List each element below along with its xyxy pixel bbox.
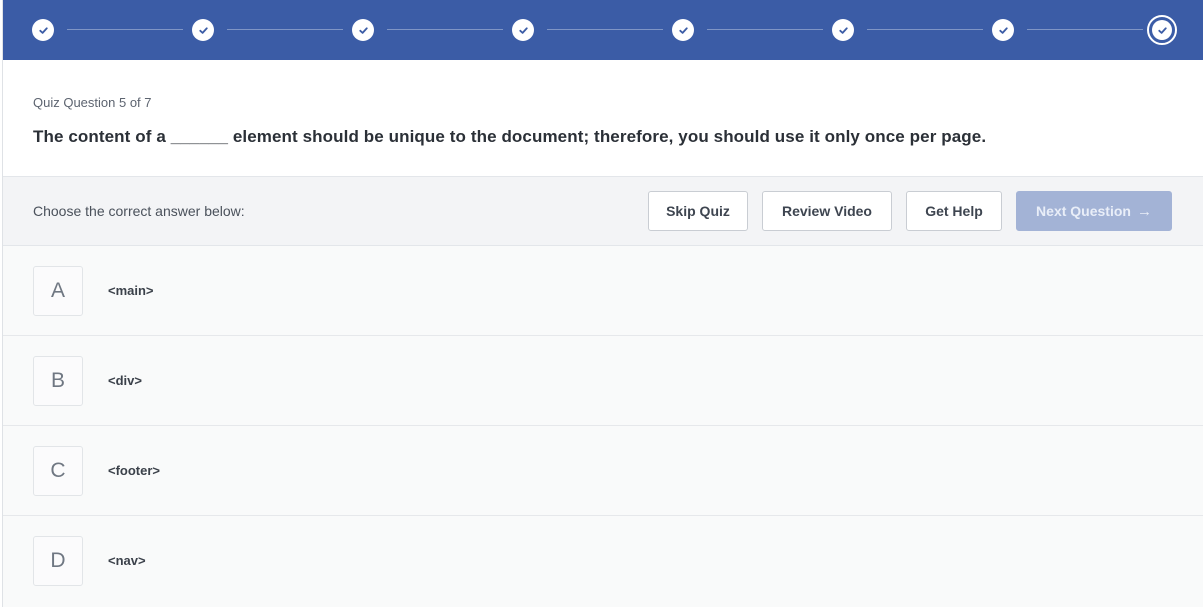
progress-step-7[interactable] [992, 19, 1014, 41]
answer-text: <div> [108, 373, 142, 388]
answer-option-a[interactable]: A <main> [3, 246, 1203, 336]
review-video-button[interactable]: Review Video [762, 191, 892, 231]
question-text: The content of a ______ element should b… [33, 127, 987, 146]
question-header: Quiz Question 5 of 7 The content of a __… [3, 60, 1203, 177]
progress-connector [707, 29, 823, 30]
progress-connector [67, 29, 183, 30]
check-icon [518, 26, 528, 34]
check-icon [358, 26, 368, 34]
quiz-container: Quiz Question 5 of 7 The content of a __… [2, 0, 1203, 607]
check-icon [678, 26, 688, 34]
check-icon [838, 26, 848, 34]
progress-step-1[interactable] [32, 19, 54, 41]
next-question-button[interactable]: Next Question → [1016, 191, 1172, 231]
arrow-right-icon: → [1136, 202, 1152, 220]
answer-letter: C [33, 446, 83, 496]
progress-connector [867, 29, 983, 30]
progress-step-5[interactable] [672, 19, 694, 41]
check-icon [38, 26, 48, 34]
progress-step-8-current[interactable] [1147, 15, 1177, 45]
answer-letter: B [33, 356, 83, 406]
progress-step-4[interactable] [512, 19, 534, 41]
answer-toolbar: Choose the correct answer below: Skip Qu… [3, 177, 1203, 246]
progress-bar [3, 0, 1203, 60]
progress-step-6[interactable] [832, 19, 854, 41]
progress-connector [1027, 29, 1143, 30]
answer-option-d[interactable]: D <nav> [3, 516, 1203, 607]
next-question-label: Next Question [1036, 203, 1131, 219]
check-icon [1157, 26, 1167, 34]
question-counter: Quiz Question 5 of 7 [33, 95, 152, 110]
answer-list: A <main> B <div> C <footer> D <nav> [3, 246, 1203, 607]
answer-letter: D [33, 536, 83, 586]
progress-step-2[interactable] [192, 19, 214, 41]
answer-letter: A [33, 266, 83, 316]
progress-connector [387, 29, 503, 30]
answer-text: <footer> [108, 463, 161, 478]
progress-step-3[interactable] [352, 19, 374, 41]
check-icon [998, 26, 1008, 34]
progress-connector [227, 29, 343, 30]
answer-instruction: Choose the correct answer below: [33, 203, 245, 219]
answer-option-b[interactable]: B <div> [3, 336, 1203, 426]
skip-quiz-button[interactable]: Skip Quiz [648, 191, 748, 231]
get-help-button[interactable]: Get Help [906, 191, 1002, 231]
answer-text: <main> [108, 283, 154, 298]
answer-text: <nav> [108, 553, 146, 568]
current-step-marker [1152, 20, 1172, 40]
progress-connector [547, 29, 663, 30]
answer-option-c[interactable]: C <footer> [3, 426, 1203, 516]
check-icon [198, 26, 208, 34]
